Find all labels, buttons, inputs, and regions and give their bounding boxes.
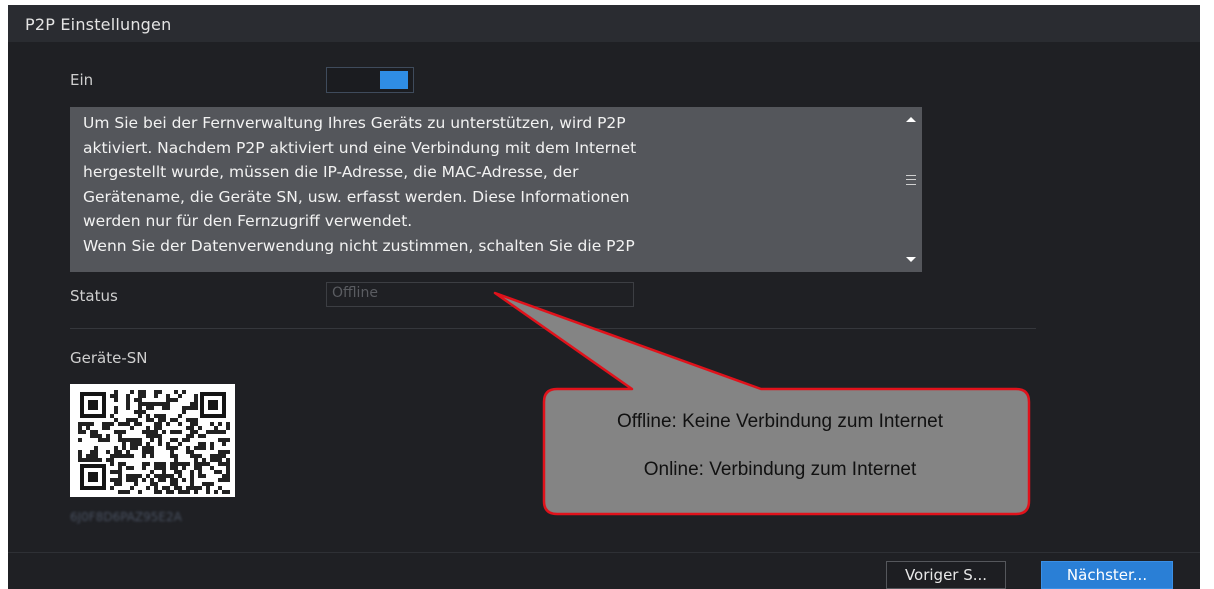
enable-label: Ein xyxy=(70,71,94,89)
p2p-settings-window: P2P Einstellungen Ein Um Sie bei der Fer… xyxy=(8,5,1200,589)
notice-line: aktiviert. Nachdem P2P aktiviert und ein… xyxy=(83,138,637,157)
notice-line: hergestellt wurde, müssen die IP-Adresse… xyxy=(83,163,579,181)
section-divider xyxy=(70,328,1036,329)
status-label: Status xyxy=(70,287,118,305)
privacy-notice-text: Um Sie bei der Fernverwaltung Ihres Gerä… xyxy=(83,111,893,258)
device-sn-label: Geräte-SN xyxy=(70,349,148,367)
previous-button[interactable]: Voriger S... xyxy=(886,561,1006,589)
title-bar: P2P Einstellungen xyxy=(8,5,1200,42)
notice-scrollbar[interactable] xyxy=(900,107,922,272)
p2p-enable-toggle[interactable] xyxy=(326,67,414,93)
window-title: P2P Einstellungen xyxy=(25,15,172,34)
footer-divider xyxy=(8,552,1200,553)
scroll-up-arrow-icon[interactable] xyxy=(906,117,916,122)
qr-code xyxy=(70,384,235,497)
callout-offline-text: Offline: Keine Verbindung zum Internet xyxy=(616,411,944,432)
qr-code-graphic xyxy=(70,384,235,497)
notice-line: werden nur für den Fernzugriff verwendet… xyxy=(83,212,413,230)
privacy-notice-box[interactable]: Um Sie bei der Fernverwaltung Ihres Gerä… xyxy=(70,107,922,272)
callout-online-text: Online: Verbindung zum Internet xyxy=(643,459,917,480)
scroll-down-arrow-icon[interactable] xyxy=(906,257,916,262)
next-button[interactable]: Nächster... xyxy=(1041,561,1173,589)
notice-line: Gerätename, die Geräte SN, usw. erfasst … xyxy=(83,187,630,206)
scroll-grip-icon[interactable] xyxy=(906,175,916,185)
status-field: Offline xyxy=(326,282,634,307)
device-serial-number: 6J0F8D6PAZ95E2A xyxy=(70,510,182,524)
notice-line: Wenn Sie der Datenverwendung nicht zusti… xyxy=(83,236,635,255)
toggle-knob xyxy=(380,71,408,89)
notice-line: Um Sie bei der Fernverwaltung Ihres Gerä… xyxy=(83,114,626,132)
